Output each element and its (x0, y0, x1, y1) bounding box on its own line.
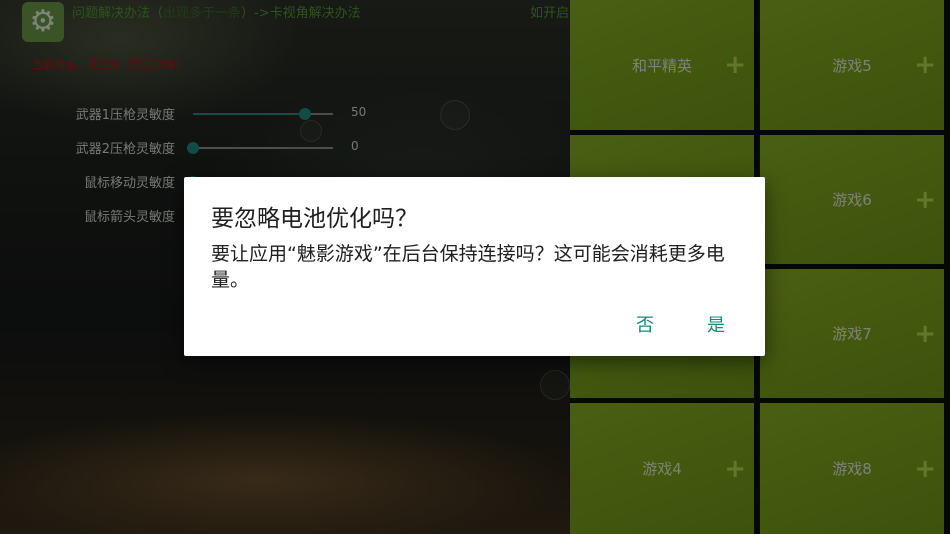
deny-button[interactable]: 否 (636, 311, 654, 337)
allow-button[interactable]: 是 (707, 311, 725, 337)
battery-optimization-dialog: 要忽略电池优化吗？ 要让应用“魅影游戏”在后台保持连接吗？这可能会消耗更多电量。… (184, 177, 765, 356)
dialog-title: 要忽略电池优化吗？ (211, 206, 418, 232)
dialog-message: 要让应用“魅影游戏”在后台保持连接吗？这可能会消耗更多电量。 (211, 243, 725, 291)
